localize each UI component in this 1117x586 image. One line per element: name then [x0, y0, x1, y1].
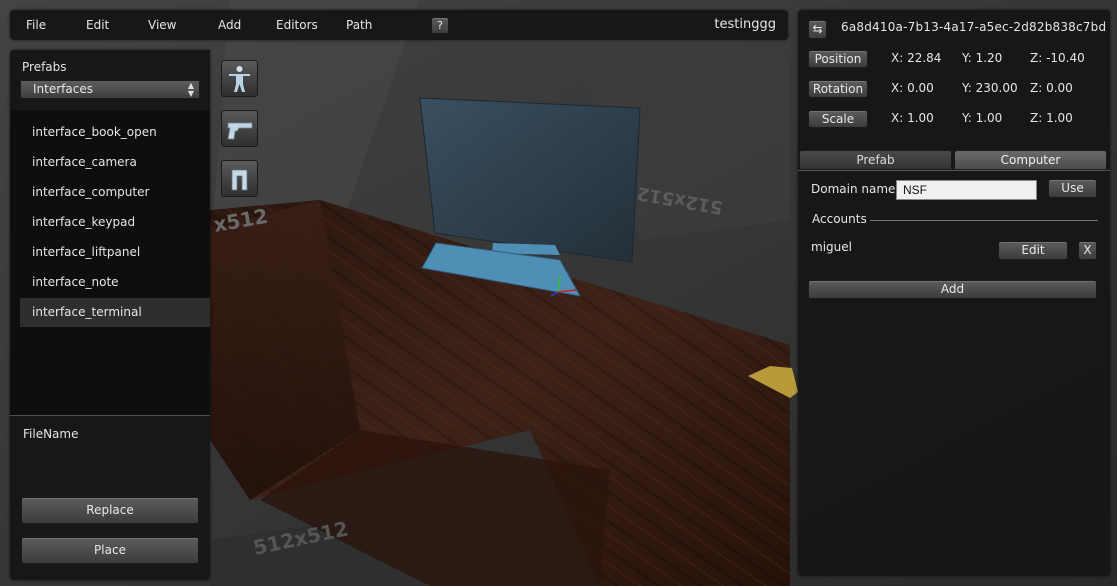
menu-bar: File Edit View Add Editors Path ? testin…: [10, 10, 788, 40]
magnet-tool-button[interactable]: [221, 160, 258, 197]
list-item[interactable]: interface_note: [20, 268, 210, 297]
project-name: testinggg: [714, 17, 776, 32]
remove-account-button[interactable]: X: [1078, 241, 1097, 260]
rotation-x[interactable]: X: 0.00: [891, 81, 934, 95]
rotation-button[interactable]: Rotation: [808, 80, 868, 98]
rotation-y[interactable]: Y: 230.00: [962, 81, 1018, 95]
tab-computer[interactable]: Computer: [954, 150, 1107, 170]
help-button[interactable]: ?: [431, 17, 449, 34]
list-item[interactable]: interface_keypad: [20, 208, 210, 237]
account-name: miguel: [811, 240, 852, 254]
menu-file[interactable]: File: [26, 18, 46, 32]
add-account-button[interactable]: Add: [808, 280, 1097, 299]
weapon-tool-button[interactable]: [221, 110, 258, 147]
character-icon: [229, 66, 250, 92]
domain-name-label: Domain name: [811, 182, 896, 196]
object-uuid: 6a8d410a-7b13-4a17-a5ec-2d82b838c7bd: [841, 20, 1107, 34]
domain-name-input[interactable]: [896, 180, 1037, 200]
prefab-list[interactable]: interface_book_open interface_camera int…: [10, 110, 210, 415]
list-item[interactable]: interface_computer: [20, 178, 210, 207]
accounts-divider: [870, 220, 1098, 221]
list-item-selected[interactable]: interface_terminal: [20, 298, 210, 327]
divider: [10, 415, 210, 416]
place-button[interactable]: Place: [21, 537, 199, 564]
pistol-icon: [227, 122, 253, 140]
menu-editors[interactable]: Editors: [276, 18, 318, 32]
accounts-label: Accounts: [812, 212, 867, 226]
magnet-icon: [231, 169, 248, 191]
menu-view[interactable]: View: [148, 18, 176, 32]
scale-x[interactable]: X: 1.00: [891, 111, 934, 125]
list-item[interactable]: interface_camera: [20, 148, 210, 177]
replace-button[interactable]: Replace: [21, 497, 199, 524]
use-button[interactable]: Use: [1048, 179, 1097, 198]
menu-path[interactable]: Path: [346, 18, 372, 32]
position-x[interactable]: X: 22.84: [891, 51, 941, 65]
regenerate-uuid-button[interactable]: ⇆: [808, 20, 827, 39]
menu-edit[interactable]: Edit: [86, 18, 109, 32]
character-tool-button[interactable]: [221, 60, 258, 97]
menu-add[interactable]: Add: [218, 18, 241, 32]
inspector-panel: ⇆ 6a8d410a-7b13-4a17-a5ec-2d82b838c7bd P…: [798, 10, 1110, 576]
tab-prefab[interactable]: Prefab: [799, 150, 952, 170]
rotation-z[interactable]: Z: 0.00: [1030, 81, 1073, 95]
list-item[interactable]: interface_book_open: [20, 118, 210, 147]
prefabs-title: Prefabs: [22, 60, 67, 74]
refresh-icon: ⇆: [812, 22, 823, 36]
position-y[interactable]: Y: 1.20: [962, 51, 1002, 65]
prefabs-panel: Prefabs Interfaces ▲ ▼ interface_book_ope…: [10, 50, 210, 580]
category-select[interactable]: Interfaces ▲ ▼: [20, 80, 200, 99]
updown-arrows-icon: ▲ ▼: [187, 81, 194, 98]
scale-z[interactable]: Z: 1.00: [1030, 111, 1073, 125]
tab-divider: [798, 170, 1110, 171]
list-item[interactable]: interface_liftpanel: [20, 238, 210, 267]
category-select-value: Interfaces: [33, 82, 93, 96]
scale-button[interactable]: Scale: [808, 110, 868, 128]
position-z[interactable]: Z: -10.40: [1030, 51, 1085, 65]
scale-y[interactable]: Y: 1.00: [962, 111, 1002, 125]
edit-account-button[interactable]: Edit: [998, 241, 1068, 260]
position-button[interactable]: Position: [808, 50, 868, 68]
filename-label: FileName: [23, 427, 79, 441]
